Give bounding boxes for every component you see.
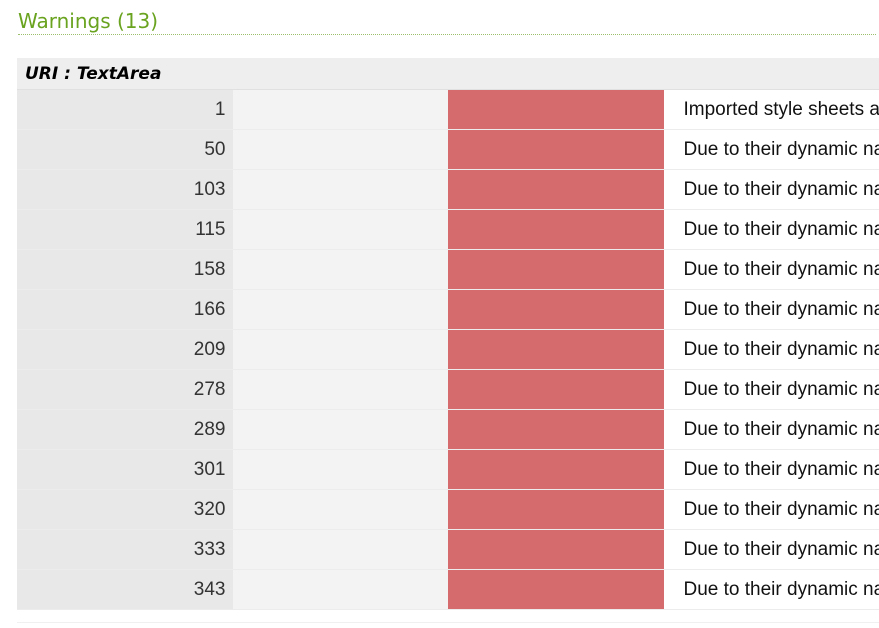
- table-row: 289 Due to their dynamic nature, CSS vari…: [17, 409, 879, 450]
- line-number: 278: [17, 369, 233, 410]
- warning-message: Imported style sheets are not checked in…: [663, 89, 879, 130]
- warnings-table: URI : TextArea 1 Imported style sheets ar…: [17, 58, 879, 610]
- spacer-cell: [232, 409, 448, 450]
- warning-level-marker: [448, 289, 664, 330]
- table-row: 115 Due to their dynamic nature, CSS vari…: [17, 209, 879, 250]
- warning-message: Due to their dynamic nature, CSS variabl…: [663, 409, 879, 450]
- table-row: 278 Due to their dynamic nature, CSS vari…: [17, 369, 879, 410]
- warning-level-marker: [448, 409, 664, 450]
- warning-message: Due to their dynamic nature, CSS variabl…: [663, 249, 879, 290]
- warning-level-marker: [448, 129, 664, 170]
- spacer-cell: [232, 489, 448, 530]
- spacer-cell: [232, 569, 448, 610]
- warning-level-marker: [448, 169, 664, 210]
- spacer-cell: [232, 89, 448, 130]
- uri-label: URI : TextArea: [17, 58, 879, 90]
- table-row: 1 Imported style sheets are not checked i…: [17, 89, 879, 130]
- warnings-heading: Warnings (13): [18, 8, 876, 35]
- line-number: 289: [17, 409, 233, 450]
- line-number: 166: [17, 289, 233, 330]
- spacer-cell: [232, 529, 448, 570]
- warning-message: Due to their dynamic nature, CSS variabl…: [663, 489, 879, 530]
- line-number: 1: [17, 89, 233, 130]
- warning-message: Due to their dynamic nature, CSS variabl…: [663, 209, 879, 250]
- warning-level-marker: [448, 369, 664, 410]
- spacer-cell: [232, 169, 448, 210]
- spacer-cell: [232, 289, 448, 330]
- table-row: 158 Due to their dynamic nature, CSS vari…: [17, 249, 879, 290]
- table-row: 103 Due to their dynamic nature, CSS vari…: [17, 169, 879, 210]
- spacer-cell: [232, 369, 448, 410]
- line-number: 50: [17, 129, 233, 170]
- warning-message: Due to their dynamic nature, CSS variabl…: [663, 529, 879, 570]
- warning-message: Due to their dynamic nature, CSS variabl…: [663, 129, 879, 170]
- warning-message: Due to their dynamic nature, CSS variabl…: [663, 569, 879, 610]
- line-number: 301: [17, 449, 233, 490]
- line-number: 103: [17, 169, 233, 210]
- warning-level-marker: [448, 329, 664, 370]
- warning-rows: 1 Imported style sheets are not checked i…: [17, 89, 879, 610]
- warning-level-marker: [448, 489, 664, 530]
- spacer-cell: [232, 449, 448, 490]
- table-row: 209 Due to their dynamic nature, CSS vari…: [17, 329, 879, 370]
- line-number: 320: [17, 489, 233, 530]
- table-row: 320 Due to their dynamic nature, CSS vari…: [17, 489, 879, 530]
- line-number: 343: [17, 569, 233, 610]
- line-number: 115: [17, 209, 233, 250]
- warning-level-marker: [448, 529, 664, 570]
- warning-message: Due to their dynamic nature, CSS variabl…: [663, 289, 879, 330]
- warning-level-marker: [448, 89, 664, 130]
- spacer-cell: [232, 249, 448, 290]
- table-row: 343 Due to their dynamic nature, CSS vari…: [17, 569, 879, 610]
- table-row: 301 Due to their dynamic nature, CSS vari…: [17, 449, 879, 490]
- warning-message: Due to their dynamic nature, CSS variabl…: [663, 369, 879, 410]
- spacer-cell: [232, 329, 448, 370]
- line-number: 158: [17, 249, 233, 290]
- bottom-divider: [17, 622, 879, 623]
- warning-level-marker: [448, 449, 664, 490]
- warning-level-marker: [448, 209, 664, 250]
- uri-row: URI : TextArea: [17, 58, 879, 90]
- spacer-cell: [232, 129, 448, 170]
- table-row: 333 Due to their dynamic nature, CSS vari…: [17, 529, 879, 570]
- line-number: 333: [17, 529, 233, 570]
- table-row: 50 Due to their dynamic nature, CSS varia…: [17, 129, 879, 170]
- table-row: 166 Due to their dynamic nature, CSS vari…: [17, 289, 879, 330]
- warning-message: Due to their dynamic nature, CSS variabl…: [663, 449, 879, 490]
- validator-results-page: Warnings (13) URI : TextArea 1 Imported s…: [0, 0, 879, 628]
- warning-level-marker: [448, 249, 664, 290]
- warning-message: Due to their dynamic nature, CSS variabl…: [663, 169, 879, 210]
- warning-level-marker: [448, 569, 664, 610]
- line-number: 209: [17, 329, 233, 370]
- spacer-cell: [232, 209, 448, 250]
- warning-message: Due to their dynamic nature, CSS variabl…: [663, 329, 879, 370]
